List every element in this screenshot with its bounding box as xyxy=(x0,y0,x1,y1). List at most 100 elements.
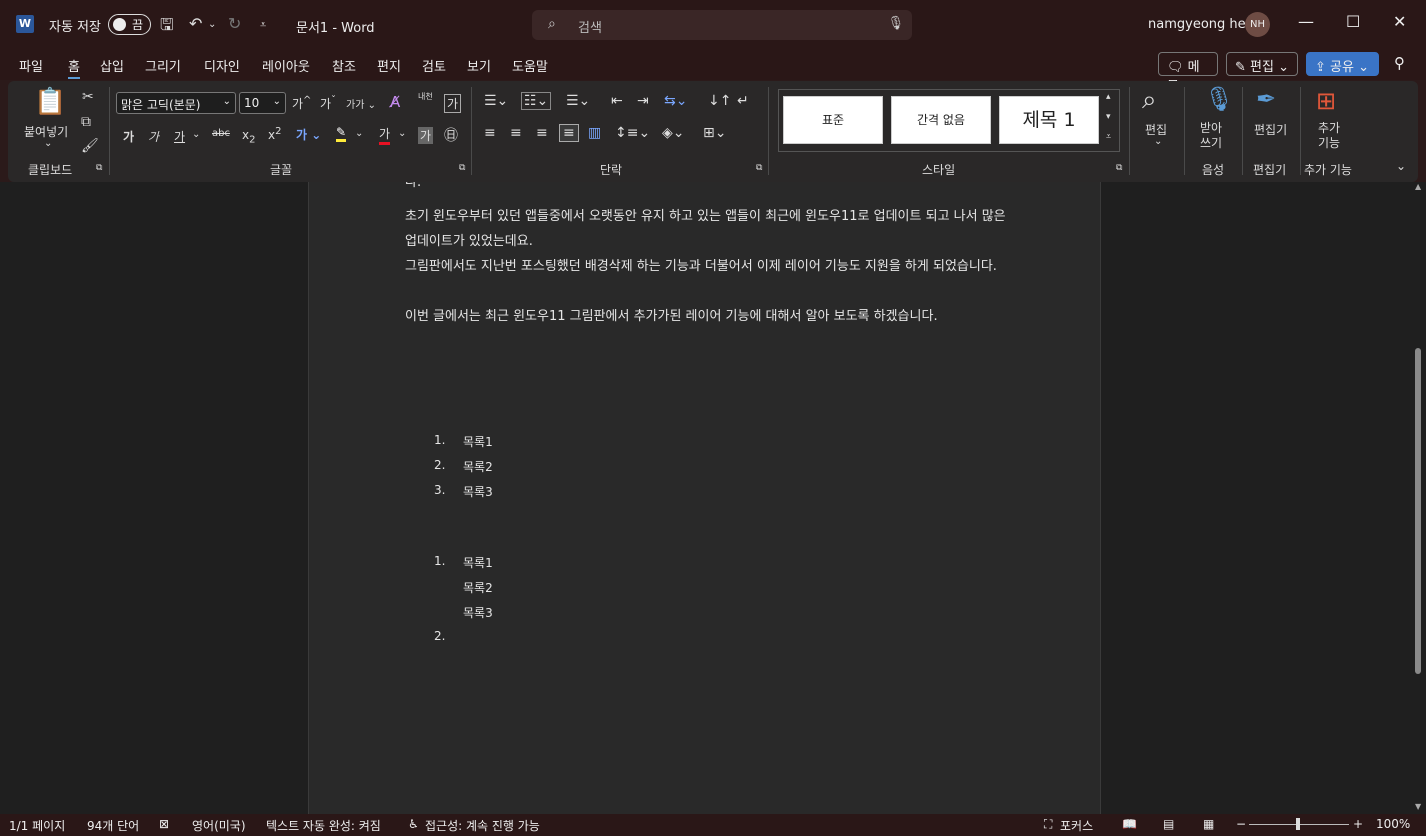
underline-dropdown-icon[interactable]: ⌄ xyxy=(192,129,200,140)
format-painter-icon[interactable]: 🖌 xyxy=(81,138,99,154)
char-shading-button[interactable]: 가 xyxy=(418,127,434,144)
share-button[interactable]: ⇪ 공유 ⌄ xyxy=(1306,52,1379,76)
tab-home[interactable]: 홈 xyxy=(68,56,80,79)
strikethrough-button[interactable]: abc xyxy=(212,128,230,139)
text-direction-icon[interactable]: ⇆⌄ xyxy=(664,93,687,109)
search-box[interactable]: ⌕ 검색 🎙 xyxy=(532,10,912,40)
microphone-icon[interactable]: 🎙 xyxy=(887,16,904,31)
align-center-icon[interactable]: ≡ xyxy=(510,125,522,141)
bullets-icon[interactable]: ☰⌄ xyxy=(484,93,508,109)
font-size-select[interactable]: 10 ⌄ xyxy=(239,92,286,114)
editor-pen-icon[interactable]: ✒ xyxy=(1256,85,1276,113)
tab-insert[interactable]: 삽입 xyxy=(100,56,124,75)
highlight-dropdown-icon[interactable]: ⌄ xyxy=(355,128,363,139)
clipboard-launcher-icon[interactable]: ⧉ xyxy=(96,163,102,173)
enclose-characters-icon[interactable]: 가 xyxy=(444,94,462,113)
avatar[interactable]: NH xyxy=(1245,12,1270,37)
collapse-ribbon-icon[interactable]: ⌄ xyxy=(1396,159,1406,173)
comments-button[interactable]: 🗨 메모 xyxy=(1158,52,1218,94)
font-launcher-icon[interactable]: ⧉ xyxy=(459,163,465,173)
zoom-slider-thumb[interactable] xyxy=(1296,818,1300,830)
align-right-icon[interactable]: ≡ xyxy=(536,125,548,141)
borders-icon[interactable]: ⊞⌄ xyxy=(703,125,726,141)
focus-button[interactable]: 포커스 xyxy=(1060,817,1093,834)
customize-toolbar-icon[interactable]: ⩡ xyxy=(260,18,266,32)
focus-icon[interactable]: ⛶ xyxy=(1044,817,1052,832)
zoom-out-icon[interactable]: − xyxy=(1236,817,1246,831)
style-no-spacing[interactable]: 간격 없음 xyxy=(891,96,991,144)
cut-icon[interactable]: ✂ xyxy=(82,89,94,105)
tab-layout[interactable]: 레이아웃 xyxy=(262,56,310,75)
enclose-icon[interactable]: ㊐ xyxy=(444,125,458,145)
justify-icon[interactable]: ≡ xyxy=(559,124,579,142)
accessibility-icon[interactable]: ♿ xyxy=(408,817,419,831)
tab-file[interactable]: 파일 xyxy=(19,56,43,75)
decrease-indent-icon[interactable]: ⇤ xyxy=(611,93,623,109)
page-count[interactable]: 1/1 페이지 xyxy=(9,817,65,834)
italic-button[interactable]: 가 xyxy=(148,128,159,145)
tab-help[interactable]: 도움말 xyxy=(512,56,548,75)
style-normal[interactable]: 표준 xyxy=(783,96,883,144)
scrollbar-thumb[interactable] xyxy=(1415,348,1421,674)
copy-icon[interactable]: ⧉ xyxy=(81,114,91,130)
show-marks-icon[interactable]: ↵ xyxy=(737,93,749,109)
align-left-icon[interactable]: ≡ xyxy=(484,125,496,141)
find-icon[interactable]: ⌕ xyxy=(1142,85,1157,116)
tab-mailings[interactable]: 편지 xyxy=(377,56,401,75)
zoom-level[interactable]: 100% xyxy=(1376,817,1410,831)
distributed-icon[interactable]: ▥ xyxy=(588,125,601,141)
print-layout-icon[interactable]: ▤ xyxy=(1163,817,1174,831)
save-icon[interactable]: 🖫 xyxy=(160,14,174,41)
styles-launcher-icon[interactable]: ⧉ xyxy=(1116,163,1122,173)
undo-icon[interactable]: ↶ xyxy=(189,14,202,33)
language-status[interactable]: 영어(미국) xyxy=(192,817,246,834)
redo-icon[interactable]: ↻ xyxy=(228,14,241,33)
tab-review[interactable]: 검토 xyxy=(422,56,446,75)
style-heading1[interactable]: 제목 1 xyxy=(999,96,1099,144)
underline-button[interactable]: 가 xyxy=(174,128,185,145)
zoom-in-icon[interactable]: + xyxy=(1353,817,1363,831)
maximize-icon[interactable]: ☐ xyxy=(1346,12,1360,31)
scroll-down-icon[interactable]: ▼ xyxy=(1415,802,1421,811)
styles-scroll-down-icon[interactable]: ▾ xyxy=(1106,112,1111,122)
undo-dropdown-icon[interactable]: ⌄ xyxy=(208,19,216,30)
multilevel-list-icon[interactable]: ☰⌄ xyxy=(566,93,590,109)
addins-button[interactable]: 추가 기능 xyxy=(1318,121,1340,151)
vertical-scrollbar[interactable]: ▲ ▼ xyxy=(1412,182,1426,814)
sort-icon[interactable]: ↓↑ xyxy=(708,93,731,109)
superscript-button[interactable]: x2 xyxy=(268,126,281,142)
word-count[interactable]: 94개 단어 xyxy=(87,817,139,834)
editing-dropdown-icon[interactable]: ⌄ xyxy=(1154,136,1162,147)
tab-references[interactable]: 참조 xyxy=(332,56,356,75)
editor-button[interactable]: 편집기 xyxy=(1254,121,1287,138)
numbering-icon[interactable]: ☷⌄ xyxy=(521,92,552,110)
font-color-icon[interactable]: 가 xyxy=(379,125,391,145)
grow-font-icon[interactable]: 가^ xyxy=(292,95,311,112)
tab-design[interactable]: 디자인 xyxy=(204,56,240,75)
phonetic-guide-icon[interactable]: 내천 xyxy=(418,91,433,102)
font-color-dropdown-icon[interactable]: ⌄ xyxy=(398,128,406,139)
document-page[interactable]: 다. 초기 윈도우부터 있던 앱들중에서 오랫동안 유지 하고 있는 앱들이 최… xyxy=(308,182,1101,814)
dictate-microphone-icon[interactable]: 🎙 xyxy=(1204,85,1234,113)
minimize-icon[interactable]: — xyxy=(1298,12,1314,31)
autosave-toggle[interactable]: 끔 xyxy=(108,14,151,35)
close-icon[interactable]: ✕ xyxy=(1393,12,1406,31)
font-name-select[interactable]: 맑은 고딕(본문) ⌄ xyxy=(116,92,236,114)
bold-button[interactable]: 가 xyxy=(123,128,134,145)
subscript-button[interactable]: x2 xyxy=(242,128,255,145)
paste-icon[interactable]: 📋 xyxy=(34,87,66,117)
editing-mode-button[interactable]: ✎ 편집 ⌄ xyxy=(1226,52,1298,76)
accessibility-status[interactable]: 접근성: 계속 진행 가능 xyxy=(425,817,540,834)
styles-more-icon[interactable]: ⩡ xyxy=(1106,132,1111,142)
change-case-icon[interactable]: 가가 ⌄ xyxy=(346,96,376,111)
increase-indent-icon[interactable]: ⇥ xyxy=(637,93,649,109)
coauthor-icon[interactable]: ⚲ xyxy=(1394,54,1405,72)
styles-scroll-up-icon[interactable]: ▴ xyxy=(1106,92,1111,102)
tab-draw[interactable]: 그리기 xyxy=(145,56,181,75)
highlight-icon[interactable]: ✎ xyxy=(336,125,347,142)
read-mode-icon[interactable]: 📖 xyxy=(1122,817,1137,831)
text-effects-icon[interactable]: 가 ⌄ xyxy=(296,126,321,143)
paragraph-launcher-icon[interactable]: ⧉ xyxy=(756,163,762,173)
addins-icon[interactable]: ⊞ xyxy=(1316,87,1336,115)
paste-dropdown-icon[interactable]: ⌄ xyxy=(44,138,52,149)
